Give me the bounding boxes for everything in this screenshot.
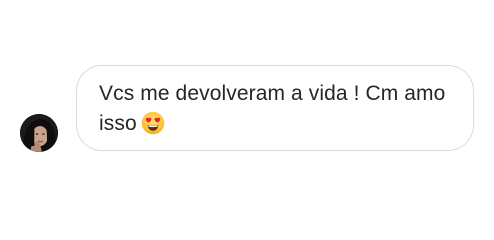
avatar[interactable]: [20, 114, 58, 152]
message-row: Vcs me devolveram a vida ! Cm amo isso: [0, 0, 494, 240]
heart-eyes-emoji-icon: [141, 111, 165, 140]
avatar-photo: [20, 114, 58, 152]
message-bubble[interactable]: Vcs me devolveram a vida ! Cm amo isso: [76, 65, 474, 151]
